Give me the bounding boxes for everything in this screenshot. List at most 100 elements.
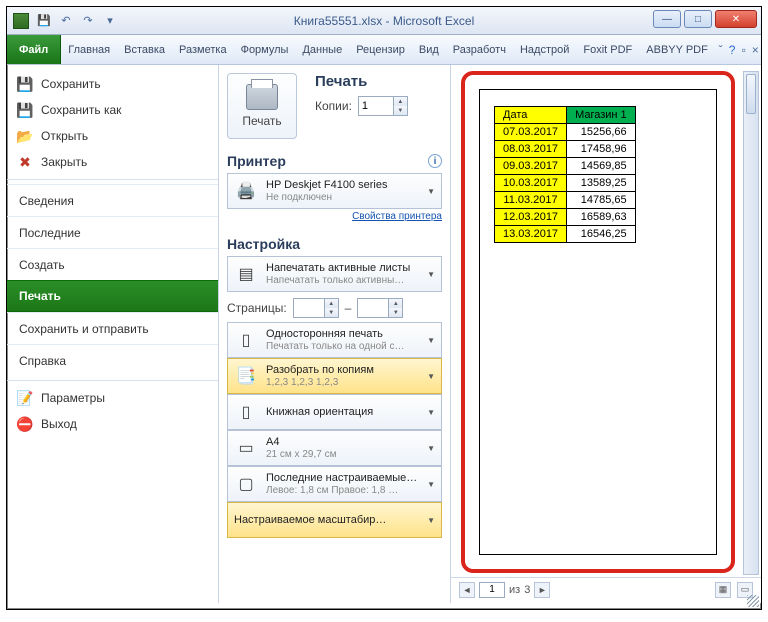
page-of-label: из [509,584,520,596]
printer-name: HP Deskjet F4100 series [266,179,419,192]
backstage-nav: 💾Сохранить💾Сохранить как📂Открыть✖Закрыть… [7,65,219,603]
cell-value: 16589,63 [567,209,636,226]
nav-item[interactable]: Последние [7,216,218,248]
page-number-input[interactable] [479,582,505,598]
print-button[interactable]: Печать [227,73,297,139]
nav-label: Выход [41,417,77,431]
nav-bottom-item[interactable]: 📝Параметры [7,385,218,411]
show-margins-icon[interactable]: ▦ [715,582,731,598]
cell-value: 17458,96 [567,141,636,158]
copies-input[interactable] [359,100,393,112]
redo-icon[interactable]: ↷ [79,12,97,30]
ribbon-tab[interactable]: Вставка [117,35,172,64]
minimize-button[interactable]: — [653,10,681,28]
page-from-spinner[interactable]: ▲▼ [293,298,339,318]
vertical-scrollbar[interactable] [743,71,759,575]
ribbon-tab[interactable]: Главная [61,35,117,64]
cell-value: 14785,65 [567,192,636,209]
quick-access-toolbar: 💾 ↶ ↷ ▾ [35,12,119,30]
cell-date: 09.03.2017 [495,158,567,175]
table-row: 11.03.201714785,65 [495,192,636,209]
margins-selector[interactable]: ▢ Последние настраиваемые …Левое: 1,8 см… [227,466,442,502]
copies-spinner[interactable]: ▲▼ [358,96,408,116]
nav-label: Закрыть [41,155,87,169]
scaling-selector[interactable]: Настраиваемое масштабир… ▼ [227,502,442,538]
nav-item[interactable]: Создать [7,248,218,280]
undo-icon[interactable]: ↶ [57,12,75,30]
prev-page-button[interactable]: ◄ [459,582,475,598]
table-header: Дата [495,107,567,124]
orientation-selector[interactable]: ▯ Книжная ориентация ▼ [227,394,442,430]
cell-value: 14569,85 [567,158,636,175]
chevron-down-icon: ▼ [427,187,435,196]
table-row: 10.03.201713589,25 [495,175,636,192]
info-icon[interactable]: i [428,154,442,168]
page-total: 3 [524,584,530,596]
app-window: 💾 ↶ ↷ ▾ Книга55551.xlsx - Microsoft Exce… [6,6,762,610]
help-icon[interactable]: ? [726,35,738,64]
ribbon-tab[interactable]: Разметка [172,35,234,64]
chevron-down-icon: ▼ [427,408,435,417]
nav-label: Параметры [41,391,105,405]
cell-value: 15256,66 [567,124,636,141]
nav-icon: 💾 [17,76,33,92]
table-row: 12.03.201716589,63 [495,209,636,226]
settings-section-title: Настройка [227,236,300,252]
portrait-icon: ▯ [234,400,258,424]
cell-date: 11.03.2017 [495,192,567,209]
table-row: 13.03.201716546,25 [495,226,636,243]
maximize-button[interactable]: □ [684,10,712,28]
next-page-button[interactable]: ► [534,582,550,598]
save-icon[interactable]: 💾 [35,12,53,30]
printer-properties-link[interactable]: Свойства принтера [227,211,442,222]
nav-item[interactable]: Сохранить и отправить [7,312,218,344]
scrollbar-thumb[interactable] [746,74,756,114]
ribbon-tab[interactable]: Разработч [446,35,513,64]
pages-label: Страницы: [227,301,287,315]
printer-device-icon: 🖨️ [234,179,258,203]
page-from-input[interactable] [294,302,328,314]
print-what-selector[interactable]: ▤ Напечатать активные листыНапечатать то… [227,256,442,292]
nav-quick-item[interactable]: 📂Открыть [7,123,218,149]
nav-item[interactable]: Справка [7,344,218,376]
spin-up-icon[interactable]: ▲ [394,97,407,106]
file-tab[interactable]: Файл [7,35,61,64]
print-panel: Печать Печать Копии: ▲▼ Принтер i [219,65,451,603]
ribbon-tab[interactable]: Вид [412,35,446,64]
page-to-spinner[interactable]: ▲▼ [357,298,403,318]
nav-quick-item[interactable]: 💾Сохранить как [7,97,218,123]
close-button[interactable]: ✕ [715,10,757,28]
ribbon-tab[interactable]: Foxit PDF [576,35,639,64]
spin-down-icon[interactable]: ▼ [394,106,407,115]
nav-item[interactable]: Печать [7,280,218,312]
nav-quick-item[interactable]: 💾Сохранить [7,71,218,97]
ribbon-tab[interactable]: ABBYY PDF [639,35,715,64]
ribbon-restore-icon[interactable]: ▫ [738,35,750,64]
nav-quick-item[interactable]: ✖Закрыть [7,149,218,175]
cell-value: 13589,25 [567,175,636,192]
ribbon-tab[interactable]: Данные [295,35,349,64]
printer-selector[interactable]: 🖨️ HP Deskjet F4100 series Не подключен … [227,173,442,209]
table-row: 09.03.201714569,85 [495,158,636,175]
minimize-ribbon-icon[interactable]: ˇ [715,35,727,64]
resize-grip[interactable] [747,595,759,607]
chevron-down-icon: ▼ [427,336,435,345]
ribbon-tab[interactable]: Рецензир [349,35,412,64]
cell-date: 08.03.2017 [495,141,567,158]
qat-dropdown-icon[interactable]: ▾ [101,12,119,30]
ribbon-close-icon[interactable]: × [749,35,761,64]
sides-selector[interactable]: ▯ Односторонняя печатьПечатать только на… [227,322,442,358]
paper-size-selector[interactable]: ▭ A421 см x 29,7 см ▼ [227,430,442,466]
ribbon-tab[interactable]: Надстрой [513,35,576,64]
margins-icon: ▢ [234,472,258,496]
ribbon-tab[interactable]: Формулы [234,35,296,64]
chevron-down-icon: ▼ [427,270,435,279]
window-title: Книга55551.xlsx - Microsoft Excel [7,14,761,28]
nav-item[interactable]: Сведения [7,184,218,216]
nav-bottom-item[interactable]: ⛔Выход [7,411,218,437]
table-row: 07.03.201715256,66 [495,124,636,141]
table-header: Магазин 1 [567,107,636,124]
nav-icon: 📂 [17,128,33,144]
collate-selector[interactable]: 📑 Разобрать по копиям1,2,3 1,2,3 1,2,3 ▼ [227,358,442,394]
page-to-input[interactable] [358,302,392,314]
